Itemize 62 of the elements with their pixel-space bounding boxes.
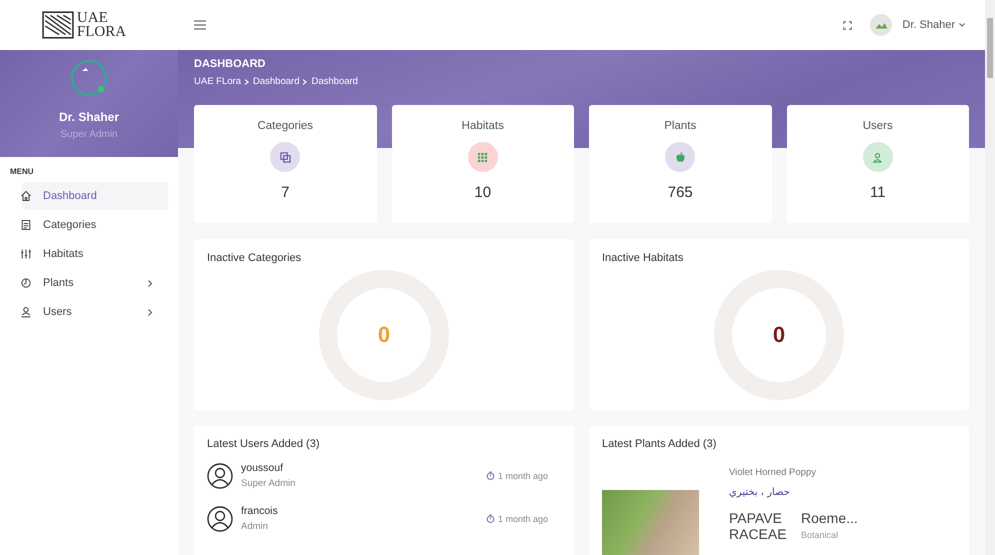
card-title: Inactive Habitats bbox=[602, 252, 684, 264]
logo-text: UAE bbox=[76, 11, 109, 25]
timer-icon bbox=[486, 514, 495, 523]
stat-icon bbox=[270, 142, 300, 172]
card-title: Latest Plants Added (3) bbox=[602, 438, 716, 450]
leaf-logo-icon bbox=[42, 11, 74, 39]
stat-value: 765 bbox=[668, 184, 693, 201]
menu-icon bbox=[20, 306, 32, 318]
user-role: Super Admin bbox=[241, 478, 296, 489]
broken-image-icon bbox=[870, 14, 892, 36]
botanical-label: Botanical bbox=[801, 530, 840, 540]
plant-common-name: Violet Horned Poppy bbox=[729, 467, 816, 478]
menu-icon[interactable] bbox=[194, 20, 206, 30]
timer-icon bbox=[486, 471, 495, 480]
plant-arabic-name: حصار ، بختيري bbox=[729, 487, 790, 498]
breadcrumb-link[interactable]: UAE FLora bbox=[194, 76, 241, 87]
donut-value: 0 bbox=[378, 322, 390, 348]
breadcrumb-link[interactable]: Dashboard bbox=[253, 76, 300, 87]
stat-value: 10 bbox=[474, 184, 492, 201]
menu-icon bbox=[20, 190, 32, 202]
profile-name: Dr. Shaher bbox=[58, 110, 120, 124]
stat-value: 11 bbox=[870, 184, 886, 201]
time-ago: 1 month ago bbox=[498, 470, 548, 480]
stat-icon bbox=[468, 142, 498, 172]
time-ago: 1 month ago bbox=[498, 514, 548, 524]
stat-label: Users bbox=[862, 120, 893, 132]
sidebar-item[interactable]: Users bbox=[22, 298, 168, 326]
avatar-icon bbox=[69, 58, 109, 98]
user-name: francois bbox=[241, 505, 278, 517]
stat-label: Habitats bbox=[462, 120, 504, 132]
menu-icon bbox=[20, 219, 32, 231]
sidebar-item[interactable]: Habitats bbox=[22, 240, 168, 268]
caret-icon[interactable] bbox=[959, 23, 965, 27]
menu-heading: MENU bbox=[10, 167, 34, 176]
user-avatar-icon bbox=[207, 462, 233, 488]
fullscreen-icon[interactable] bbox=[843, 20, 852, 30]
user-menu[interactable]: Dr. Shaher bbox=[902, 19, 955, 31]
sidebar-item[interactable]: Dashboard bbox=[22, 182, 168, 210]
breadcrumb-separator-icon bbox=[303, 78, 308, 84]
breadcrumb-link[interactable]: Dashboard bbox=[311, 76, 358, 87]
menu-icon bbox=[20, 248, 32, 260]
breadcrumb-separator-icon bbox=[245, 78, 249, 84]
donut-value: 0 bbox=[772, 322, 786, 348]
scrollbar[interactable] bbox=[985, 0, 995, 555]
user-avatar-icon bbox=[207, 506, 233, 532]
user-name: youssouf bbox=[241, 462, 284, 474]
card-title: Inactive Categories bbox=[207, 252, 302, 264]
botanical-name: Roeme... bbox=[801, 510, 858, 526]
stat-label: Categories bbox=[257, 120, 314, 132]
logo-text: FLORA bbox=[76, 25, 126, 39]
card-title: Latest Users Added (3) bbox=[207, 438, 320, 450]
user-role: Admin bbox=[241, 521, 268, 532]
plant-family: PAPAVERACEAE bbox=[729, 510, 788, 542]
stat-label: Plants bbox=[664, 120, 696, 132]
sidebar-item[interactable]: Categories bbox=[22, 211, 168, 239]
stat-value: 7 bbox=[281, 184, 290, 201]
menu-icon bbox=[20, 277, 32, 289]
stat-icon bbox=[862, 142, 893, 172]
page-title: DASHBOARD bbox=[194, 58, 266, 70]
stat-icon bbox=[665, 142, 696, 172]
sidebar-item[interactable]: Plants bbox=[22, 269, 168, 297]
profile-role: Super Admin bbox=[60, 129, 118, 140]
